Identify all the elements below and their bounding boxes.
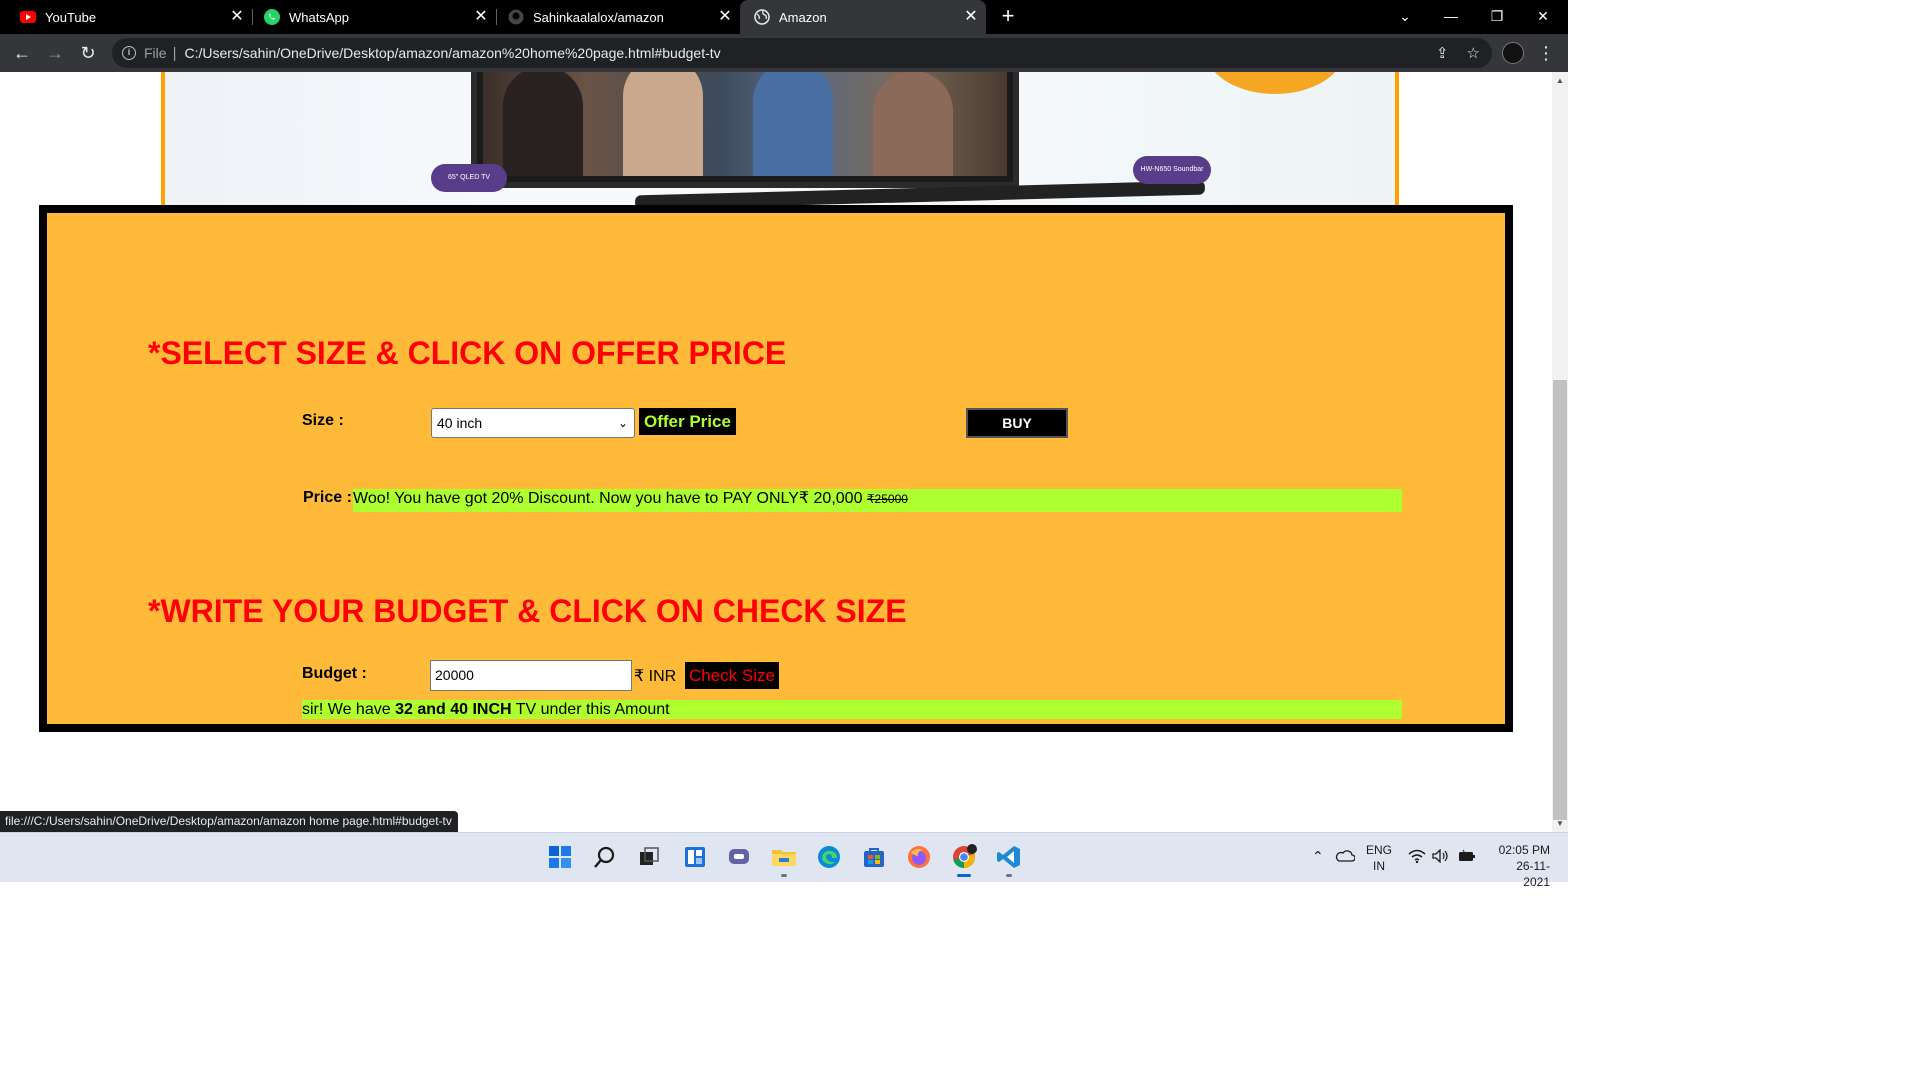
edge-icon[interactable] bbox=[815, 843, 843, 871]
tab-whatsapp[interactable]: WhatsApp ✕ bbox=[244, 0, 496, 34]
vscode-icon[interactable] bbox=[995, 843, 1023, 871]
person-figure bbox=[503, 72, 583, 176]
size-result-message: sir! We have 32 and 40 INCH TV under thi… bbox=[302, 700, 670, 719]
qled-badge: 65" QLED TV bbox=[431, 164, 507, 192]
running-indicator bbox=[781, 874, 787, 877]
offer-price-button[interactable]: Offer Price bbox=[639, 408, 736, 435]
input-language[interactable]: ENG IN bbox=[1366, 842, 1392, 874]
old-price: ₹25000 bbox=[866, 492, 908, 506]
back-icon[interactable]: ← bbox=[10, 41, 34, 65]
widgets-icon[interactable] bbox=[681, 843, 709, 871]
youtube-icon bbox=[20, 9, 36, 25]
tab-title: YouTube bbox=[45, 9, 97, 25]
minimize-icon[interactable]: — bbox=[1428, 0, 1474, 34]
budget-heading: *WRITE YOUR BUDGET & CLICK ON CHECK SIZE bbox=[148, 593, 907, 629]
globe-icon bbox=[754, 9, 770, 25]
tv-image bbox=[471, 72, 1019, 188]
address-url[interactable]: C:/Users/sahin/OneDrive/Desktop/amazon/a… bbox=[184, 45, 720, 61]
scroll-up-icon[interactable]: ▲ bbox=[1552, 74, 1568, 88]
clock[interactable]: 02:05 PM 26-11-2021 bbox=[1490, 842, 1550, 890]
running-indicator bbox=[1006, 874, 1012, 877]
tab-title: WhatsApp bbox=[289, 9, 349, 25]
tab-title: Sahinkaalalox/amazon bbox=[533, 9, 664, 25]
onedrive-icon[interactable] bbox=[1335, 848, 1356, 865]
size-select[interactable]: 40 inch ⌄ bbox=[431, 408, 635, 438]
new-tab-icon[interactable]: + bbox=[997, 5, 1019, 27]
offer-heading: *SELECT SIZE & CLICK ON OFFER PRICE bbox=[148, 335, 787, 371]
person-figure bbox=[873, 72, 953, 176]
tab-strip: YouTube ✕ WhatsApp ✕ Sahinkaalalox/amazo… bbox=[0, 0, 1568, 34]
search-icon[interactable] bbox=[591, 843, 619, 871]
result-sizes: 32 and 40 INCH bbox=[395, 701, 512, 718]
forward-icon[interactable]: → bbox=[43, 41, 67, 65]
share-icon[interactable]: ⇪ bbox=[1436, 44, 1449, 62]
clock-date: 26-11-2021 bbox=[1516, 859, 1550, 889]
restore-icon[interactable]: ❐ bbox=[1474, 0, 1520, 34]
file-explorer-icon[interactable] bbox=[770, 843, 798, 871]
wifi-icon[interactable] bbox=[1408, 849, 1426, 866]
close-tab-icon[interactable]: ✕ bbox=[962, 8, 980, 26]
tab-title: Amazon bbox=[779, 9, 827, 25]
person-figure bbox=[753, 72, 833, 176]
currency-label: ₹ INR bbox=[634, 668, 677, 685]
address-bar[interactable]: i File | C:/Users/sahin/OneDrive/Desktop… bbox=[112, 38, 1492, 68]
tab-search-icon[interactable]: ⌄ bbox=[1382, 0, 1428, 34]
close-window-icon[interactable]: ✕ bbox=[1520, 0, 1566, 34]
tv-screen bbox=[483, 72, 1007, 176]
price-message: Woo! You have got 20% Discount. Now you … bbox=[353, 489, 908, 509]
soundbar-badge: HW-N650 Soundbar bbox=[1133, 156, 1211, 184]
battery-icon[interactable] bbox=[1457, 849, 1477, 866]
price-label: Price : bbox=[303, 489, 352, 506]
address-separator: | bbox=[172, 44, 177, 62]
store-icon[interactable] bbox=[860, 843, 888, 871]
windows-start-icon[interactable] bbox=[546, 843, 574, 871]
profile-avatar[interactable] bbox=[1502, 42, 1524, 64]
scroll-down-icon[interactable]: ▼ bbox=[1552, 817, 1568, 831]
github-icon bbox=[508, 9, 524, 25]
check-size-button[interactable]: Check Size bbox=[685, 662, 779, 689]
banner-decoration bbox=[1205, 72, 1345, 94]
person-figure bbox=[623, 72, 703, 176]
buy-button[interactable]: BUY bbox=[966, 408, 1068, 438]
reload-icon[interactable]: ↻ bbox=[76, 41, 100, 65]
whatsapp-icon bbox=[264, 9, 280, 25]
chrome-icon[interactable] bbox=[950, 843, 978, 871]
budget-tv-panel bbox=[39, 205, 1513, 732]
price-message-text: Woo! You have got 20% Discount. Now you … bbox=[353, 490, 867, 507]
link-status-bubble: file:///C:/Users/sahin/OneDrive/Desktop/… bbox=[0, 811, 458, 832]
tab-youtube[interactable]: YouTube ✕ bbox=[0, 0, 252, 34]
task-view-icon[interactable] bbox=[635, 843, 663, 871]
browser-menu-icon[interactable]: ⋮ bbox=[1536, 42, 1556, 64]
result-prefix: sir! We have bbox=[302, 701, 396, 718]
teams-chat-icon[interactable] bbox=[725, 843, 753, 871]
show-hidden-icons[interactable]: ⌃ bbox=[1312, 848, 1324, 865]
language-label: ENG bbox=[1366, 843, 1393, 857]
scrollbar-thumb[interactable] bbox=[1553, 380, 1567, 820]
address-actions: ⇪ ☆ bbox=[1436, 44, 1480, 62]
browser-toolbar: ← → ↻ i File | C:/Users/sahin/OneDrive/D… bbox=[0, 34, 1568, 72]
result-suffix: TV under this Amount bbox=[511, 701, 670, 718]
chevron-down-icon: ⌄ bbox=[617, 416, 628, 430]
tab-amazon[interactable]: Amazon ✕ bbox=[740, 0, 986, 34]
site-info-icon[interactable]: i bbox=[122, 46, 136, 60]
firefox-icon[interactable] bbox=[905, 843, 933, 871]
region-label: IN bbox=[1373, 859, 1385, 873]
size-select-value: 40 inch bbox=[437, 415, 483, 431]
active-indicator bbox=[957, 874, 971, 877]
budget-input[interactable]: 20000 bbox=[430, 660, 632, 691]
bookmark-star-icon[interactable]: ☆ bbox=[1467, 44, 1480, 62]
volume-icon[interactable] bbox=[1432, 848, 1450, 866]
clock-time: 02:05 PM bbox=[1498, 843, 1550, 857]
close-tab-icon[interactable]: ✕ bbox=[716, 8, 734, 26]
scheme-label: File bbox=[144, 45, 167, 61]
panel-body bbox=[47, 213, 1505, 724]
budget-label: Budget : bbox=[302, 665, 367, 682]
size-label: Size : bbox=[302, 412, 344, 429]
tab-github[interactable]: Sahinkaalalox/amazon ✕ bbox=[488, 0, 740, 34]
